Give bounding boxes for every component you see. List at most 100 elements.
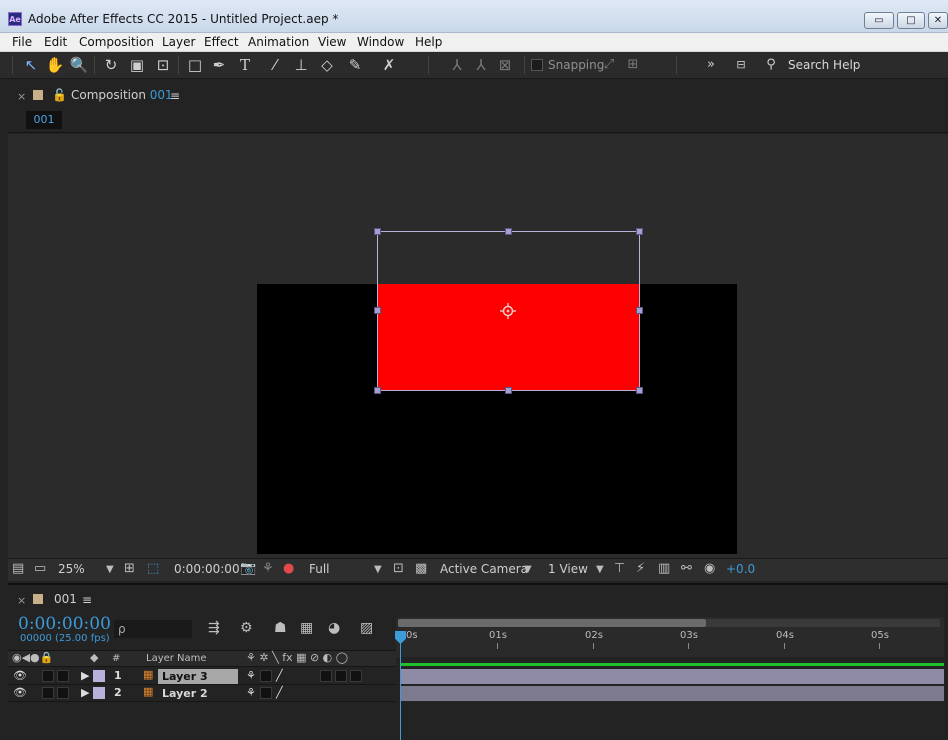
region-of-interest-icon[interactable]: ⊡ [393,561,404,576]
close-window-button[interactable]: ✕ [928,12,948,29]
menu-effect[interactable]: Effect [204,35,239,49]
world-axis-icon[interactable]: ⅄ [470,55,492,75]
column-layer-name[interactable]: Layer Name [146,653,207,664]
quality-switch-icon[interactable]: ╱ [276,669,283,682]
composition-panel-title[interactable]: Composition 001 [71,88,173,102]
timeline-tab-001[interactable]: 001 [54,592,77,606]
playhead-line[interactable] [400,632,401,740]
resolution-dropdown[interactable]: Full [309,562,330,576]
chevron-down-icon[interactable]: ▼ [106,564,114,575]
solo-toggle[interactable] [57,670,69,682]
timeline-icon[interactable]: ▥ [658,561,670,576]
show-snapshot-icon[interactable]: ⚘ [262,561,274,576]
expand-layer-chevron-icon[interactable]: ▶ [81,686,89,699]
magnification-ratio-dropdown[interactable]: 25% [58,562,85,576]
hand-tool-icon[interactable]: ✋ [44,55,66,75]
collapse-switch[interactable] [260,670,272,682]
audio-toggle[interactable] [42,687,54,699]
zoom-tool-icon[interactable]: 🔍 [68,55,90,75]
shy-layers-icon[interactable]: ☗ [274,620,287,636]
view-axis-icon[interactable]: ⊠ [494,55,516,75]
transform-handle[interactable] [636,228,643,235]
close-timeline-button[interactable]: × [17,594,26,607]
eraser-tool-icon[interactable]: ◇ [316,55,338,75]
snapshot-camera-icon[interactable]: 📷 [240,561,256,576]
motion-blur-switch[interactable] [320,670,332,682]
type-tool-icon[interactable]: T [234,55,256,75]
menu-layer[interactable]: Layer [162,35,195,49]
layer-duration-bar[interactable] [400,669,944,684]
always-preview-icon[interactable]: ▤ [12,561,24,576]
maximize-button[interactable]: □ [897,12,925,29]
toggle-mask-icon[interactable]: ⬚ [147,561,159,576]
layer-name[interactable]: Layer 2 [158,686,238,701]
pen-tool-icon[interactable]: ✒ [208,55,230,75]
work-area-bar[interactable] [398,619,706,627]
visibility-eye-icon[interactable]: 👁 [13,669,27,682]
fast-previews-icon[interactable]: ⚡ [636,561,645,576]
puppet-pin-tool-icon[interactable]: ✗ [378,55,400,75]
adjustment-switch[interactable] [335,670,347,682]
reset-exposure-icon[interactable]: ◉ [704,561,715,576]
timeline-current-time[interactable]: 0:00:00:00 [18,614,111,634]
anchor-point-icon[interactable] [500,303,516,319]
transform-handle[interactable] [505,228,512,235]
brush-tool-icon[interactable]: ⁄ [264,55,286,75]
transform-handle[interactable] [374,228,381,235]
sync-settings-icon[interactable]: ⊟ [730,55,752,75]
snap-features-icon[interactable]: ⊞ [622,55,644,75]
chevron-down-icon[interactable]: ▼ [524,564,532,575]
solo-toggle[interactable] [57,687,69,699]
toggle-pixel-aspect-icon[interactable]: ⊤ [614,561,625,576]
rectangle-tool-icon[interactable]: □ [184,55,206,75]
layer-label-color[interactable] [93,687,105,699]
audio-toggle[interactable] [42,670,54,682]
graph-editor-icon[interactable]: ▨ [360,620,373,636]
visibility-eye-icon[interactable]: 👁 [13,686,27,699]
motion-blur-icon[interactable]: ◕ [328,620,340,636]
menu-window[interactable]: Window [357,35,404,49]
exposure-value[interactable]: +0.0 [726,562,755,576]
color-channels-icon[interactable]: ● [283,561,294,576]
timeline-menu-icon[interactable]: ≡ [82,593,92,607]
menu-file[interactable]: File [12,35,32,49]
display-icon[interactable]: ▭ [34,561,46,576]
menu-view[interactable]: View [318,35,346,49]
pan-behind-tool-icon[interactable]: ⊡ [152,55,174,75]
current-time-display[interactable]: 0:00:00:00 [174,562,240,576]
chevron-down-icon[interactable]: ▼ [596,564,604,575]
workspace-overflow-button[interactable]: » [700,55,722,75]
transform-handle[interactable] [636,387,643,394]
clone-stamp-tool-icon[interactable]: ⊥ [290,55,312,75]
close-composition-panel-button[interactable]: × [17,90,26,103]
camera-tool-icon[interactable]: ▣ [126,55,148,75]
quality-switch-icon[interactable]: ╱ [276,686,283,699]
menu-composition[interactable]: Composition [79,35,154,49]
minimize-button[interactable]: ▭ [864,12,894,29]
selection-tool-icon[interactable]: ↖ [20,55,42,75]
transform-handle[interactable] [636,307,643,314]
expand-layer-chevron-icon[interactable]: ▶ [81,669,89,682]
layer-duration-bar[interactable] [400,686,944,701]
view-layout-dropdown[interactable]: 1 View [548,562,588,576]
transform-handle[interactable] [505,387,512,394]
chevron-down-icon[interactable]: ▼ [374,564,382,575]
flowchart-icon[interactable]: ⚯ [681,561,692,576]
composition-mini-flowchart-icon[interactable]: ⇶ [208,620,220,636]
search-help-input[interactable]: Search Help [788,58,860,72]
collapse-switch[interactable] [260,687,272,699]
roto-brush-tool-icon[interactable]: ✎ [344,55,366,75]
3d-layer-switch[interactable] [350,670,362,682]
menu-help[interactable]: Help [415,35,442,49]
composition-panel-menu-icon[interactable]: ≡ [170,89,180,103]
composition-tab-001[interactable]: 001 [26,111,62,129]
transform-handle[interactable] [374,307,381,314]
timeline-search-input[interactable]: ρ [114,620,192,638]
shy-switch-icon[interactable]: ⚘ [246,686,256,699]
rotate-tool-icon[interactable]: ↻ [100,55,122,75]
3d-view-dropdown[interactable]: Active Camera [440,562,528,576]
transparency-grid-icon[interactable]: ▩ [415,561,427,576]
red-solid-layer[interactable] [377,284,639,390]
draft-3d-icon[interactable]: ⚙ [240,620,253,636]
local-axis-icon[interactable]: ⅄ [446,55,468,75]
